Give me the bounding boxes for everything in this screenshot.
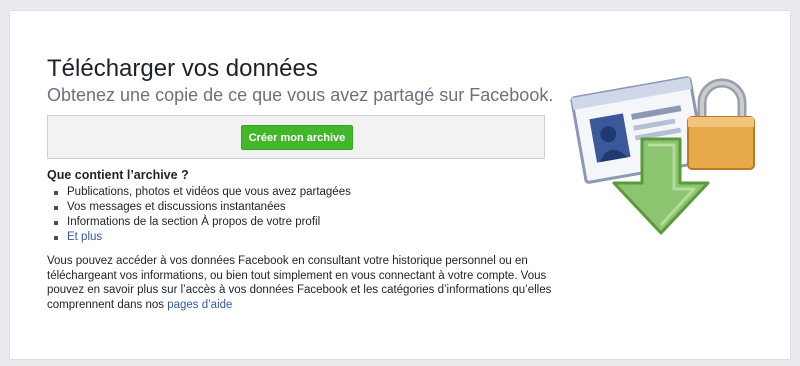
bullet-icon [54, 221, 58, 225]
archive-contents-list: Publications, photos et vidéos que vous … [54, 185, 351, 245]
archive-action-bar: Créer mon archive [47, 115, 545, 159]
page-subtitle: Obtenez une copie de ce que vous avez pa… [47, 85, 554, 105]
list-item: Vos messages et discussions instantanées [54, 200, 351, 215]
bullet-icon [54, 206, 58, 210]
list-item: Et plus [54, 230, 351, 245]
download-illustration [570, 76, 755, 235]
archive-contents-heading: Que contient l’archive ? [47, 168, 189, 182]
page-title: Télécharger vos données [47, 55, 318, 82]
list-item: Informations de la section À propos de v… [54, 215, 351, 230]
info-paragraph: Vous pouvez accéder à vos données Facebo… [47, 254, 557, 312]
bullet-icon [54, 236, 58, 240]
list-item-label: Informations de la section À propos de v… [67, 216, 321, 228]
padlock-icon [687, 78, 755, 170]
bullet-icon [54, 191, 58, 195]
download-data-panel: Télécharger vos données Obtenez une copi… [9, 10, 791, 360]
list-item-label: Vos messages et discussions instantanées [67, 201, 286, 213]
create-archive-button[interactable]: Créer mon archive [241, 125, 353, 150]
id-card-icon [570, 76, 706, 184]
info-text: Vous pouvez accéder à vos données Facebo… [47, 255, 552, 311]
help-pages-link[interactable]: pages d’aide [167, 299, 232, 311]
list-item: Publications, photos et vidéos que vous … [54, 185, 351, 200]
more-link[interactable]: Et plus [67, 231, 102, 243]
list-item-label: Publications, photos et vidéos que vous … [67, 186, 351, 198]
